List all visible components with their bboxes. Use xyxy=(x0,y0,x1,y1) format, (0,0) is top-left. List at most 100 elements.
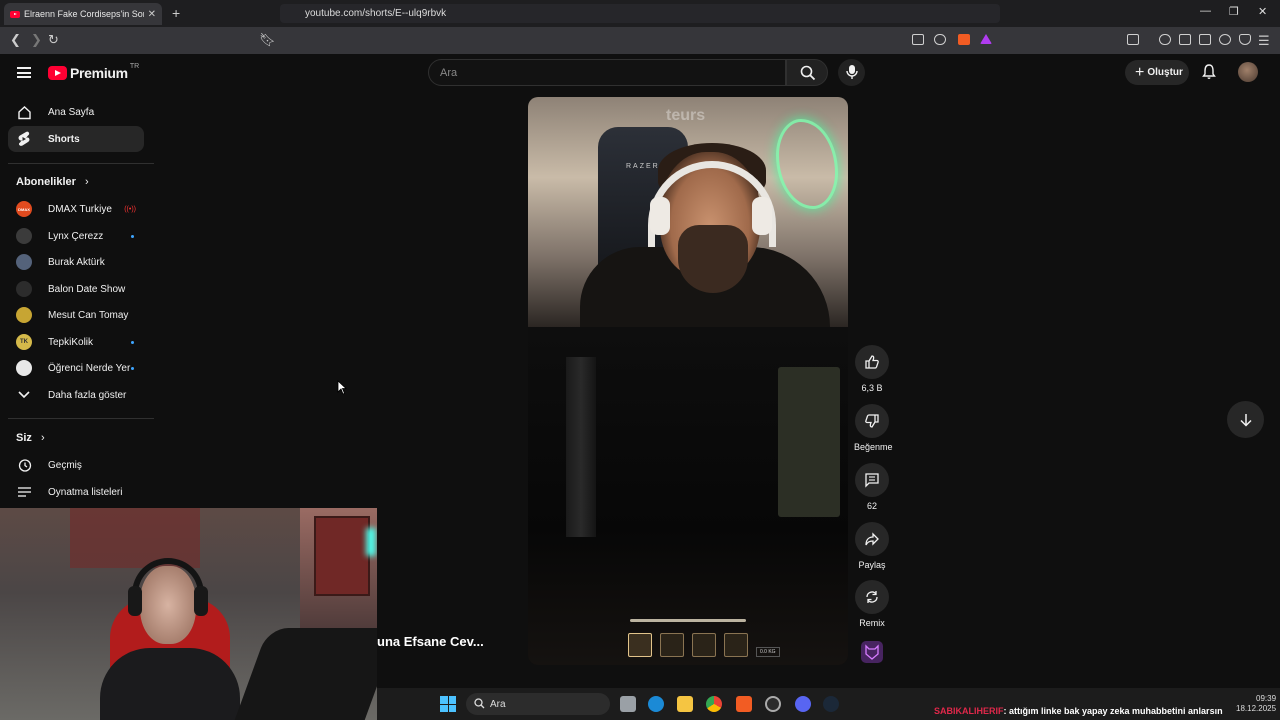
channel-avatar xyxy=(16,254,32,270)
restore-icon[interactable]: ❐ xyxy=(1229,5,1239,18)
chair-brand-label: RAZER xyxy=(626,163,660,170)
channel-thumbnail[interactable] xyxy=(861,641,883,663)
game-control-panel xyxy=(778,367,840,517)
remix-icon xyxy=(855,580,889,614)
media-icon[interactable] xyxy=(1159,34,1171,45)
browser-menu-icon[interactable]: ☰ xyxy=(1258,33,1270,49)
chat-ticker: SABIKALIHERIF: attığım linke bak yapay z… xyxy=(934,706,1223,716)
forward-button[interactable]: ❯ xyxy=(31,32,42,48)
notifications-bell-icon[interactable] xyxy=(1202,64,1216,80)
sidebar-item-label: Burak Aktürk xyxy=(48,256,105,268)
back-button[interactable]: ❮ xyxy=(10,32,21,48)
share-label: Paylaş xyxy=(858,560,886,570)
channel-avatar: DMAX xyxy=(16,201,32,217)
sidebar-item-channel[interactable]: Lynx Çerezz xyxy=(8,223,144,249)
subscriptions-heading-label: Abonelikler xyxy=(16,176,76,188)
sidebar-item-channel[interactable]: TK TepkiKolik xyxy=(8,329,144,355)
headphone-cup xyxy=(650,197,670,235)
url-field[interactable]: youtube.com/shorts/E--ulq9rbvk xyxy=(280,4,1000,23)
hamburger-menu-icon[interactable] xyxy=(17,67,31,78)
remix-button[interactable]: Remix xyxy=(854,580,890,628)
taskbar-search[interactable]: Ara xyxy=(466,693,610,715)
wallet-icon[interactable] xyxy=(1199,34,1211,45)
url-text: youtube.com/shorts/E--ulq9rbvk xyxy=(305,8,447,19)
channel-avatar xyxy=(16,307,32,323)
streamer-camera-view: RAZER teurs xyxy=(528,97,848,337)
app-icon[interactable] xyxy=(765,696,781,712)
bookmark-icon[interactable]: 🔖︎ xyxy=(259,32,276,48)
leo-ai-icon[interactable] xyxy=(1219,34,1231,45)
sidebar-item-home[interactable]: Ana Sayfa xyxy=(8,99,144,125)
edge-icon[interactable] xyxy=(648,696,664,712)
headphone-cup xyxy=(752,197,772,235)
subscriptions-heading[interactable]: Abonelikler › xyxy=(16,176,89,188)
show-more-button[interactable]: Daha fazla göster xyxy=(8,382,144,408)
youtube-play-icon xyxy=(48,66,67,80)
windows-start-icon[interactable] xyxy=(440,696,456,712)
sidebar-item-history[interactable]: Geçmiş xyxy=(8,452,144,478)
logo-wordmark: Premium xyxy=(70,65,128,81)
new-content-dot xyxy=(131,366,134,370)
like-count: 6,3 B xyxy=(861,383,883,393)
rewards-icon[interactable] xyxy=(980,34,992,44)
sidebar-item-channel[interactable]: Burak Aktürk xyxy=(8,249,144,275)
sidebar-item-label: Daha fazla göster xyxy=(48,389,127,401)
brave-icon[interactable] xyxy=(736,696,752,712)
voice-search-button[interactable] xyxy=(838,59,865,86)
brave-shields-icon[interactable] xyxy=(958,34,970,45)
minimize-icon[interactable]: — xyxy=(1200,5,1211,17)
share-page-icon[interactable] xyxy=(934,34,946,45)
live-icon: ((•)) xyxy=(124,205,136,213)
sidebar-item-label: Mesut Can Tomay xyxy=(48,309,129,321)
sidebar-item-channel[interactable]: Öğrenci Nerde Yer xyxy=(8,355,144,381)
razer-logo-light xyxy=(776,119,838,209)
file-explorer-icon[interactable] xyxy=(677,696,693,712)
search-button[interactable] xyxy=(786,59,828,86)
account-avatar[interactable] xyxy=(1238,62,1258,82)
browser-tab[interactable]: Elraenn Fake Cordiseps'in Son ✕ xyxy=(4,3,162,25)
share-button[interactable]: Paylaş xyxy=(854,522,890,570)
inventory-slot xyxy=(724,633,748,657)
dislike-button[interactable]: Beğenme xyxy=(854,404,893,452)
sidebar-item-label: Oynatma listeleri xyxy=(48,486,123,498)
close-tab-icon[interactable]: ✕ xyxy=(148,9,156,20)
sidebar-item-channel[interactable]: Mesut Can Tomay xyxy=(8,302,144,328)
sidebar-item-label: Balon Date Show xyxy=(48,283,126,295)
channel-avatar: TK xyxy=(16,334,32,350)
create-button[interactable]: + Oluştur xyxy=(1125,60,1189,85)
sidebar-item-playlists[interactable]: Oynatma listeleri xyxy=(8,479,144,505)
tab-search-icon[interactable] xyxy=(1127,34,1139,45)
plus-icon: + xyxy=(1135,63,1145,81)
sidebar-item-label: TepkiKolik xyxy=(48,336,94,348)
next-short-button[interactable] xyxy=(1227,401,1264,438)
sidebar-icon[interactable] xyxy=(1179,34,1191,45)
sidebar-item-channel[interactable]: Balon Date Show xyxy=(8,276,144,302)
discord-icon[interactable] xyxy=(795,696,811,712)
mouse-cursor-icon xyxy=(337,380,347,395)
microphone-icon xyxy=(846,65,858,79)
weight-readout: 0.0 KG xyxy=(756,647,780,657)
youtube-premium-logo[interactable]: Premium TR xyxy=(48,63,139,81)
comment-icon xyxy=(855,463,889,497)
home-icon xyxy=(16,104,32,120)
cast-icon[interactable] xyxy=(912,34,924,45)
ticker-message: : attığım linke bak yapay zeka muhabbeti… xyxy=(1003,706,1223,716)
headphone-cup xyxy=(194,586,208,616)
sidebar-item-shorts[interactable]: Shorts xyxy=(8,126,144,152)
search-icon xyxy=(800,65,816,81)
steam-icon[interactable] xyxy=(823,696,839,712)
task-view-icon[interactable] xyxy=(620,696,636,712)
taskbar-clock[interactable]: 09:39 18.12.2025 xyxy=(1236,694,1276,714)
search-input[interactable]: Ara xyxy=(428,59,786,86)
new-tab-button[interactable]: + xyxy=(172,5,180,21)
sidebar-item-channel[interactable]: DMAX DMAX Turkiye ((•)) xyxy=(8,196,144,222)
thumbs-down-icon xyxy=(855,404,889,438)
comments-button[interactable]: 62 xyxy=(854,463,890,511)
short-video-player[interactable]: RAZER teurs 0.0 KG xyxy=(528,97,848,665)
close-window-icon[interactable]: ✕ xyxy=(1258,5,1267,18)
thumbs-up-icon xyxy=(855,345,889,379)
you-heading[interactable]: Siz › xyxy=(16,432,45,444)
chrome-icon[interactable] xyxy=(706,696,722,712)
reload-button[interactable]: ↻ xyxy=(48,32,59,48)
like-button[interactable]: 6,3 B xyxy=(854,345,890,393)
